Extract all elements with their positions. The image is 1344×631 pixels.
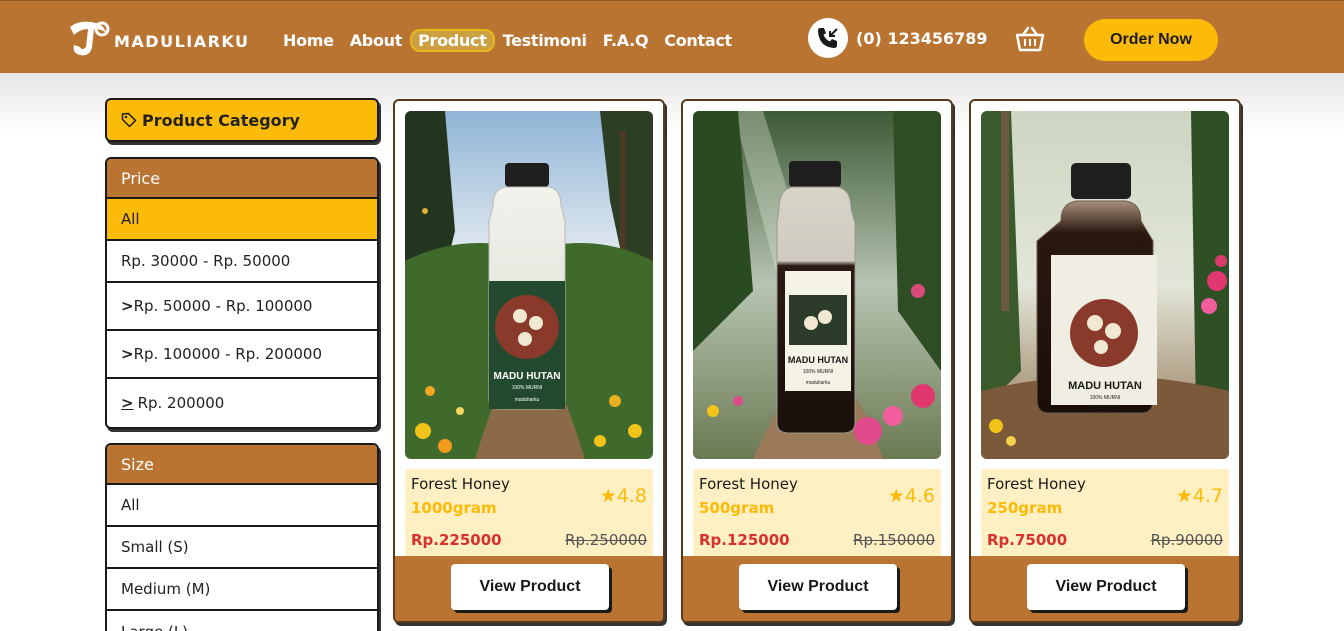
product-size: 250gram	[987, 499, 1063, 517]
price-option-label: Rp. 200000	[137, 394, 225, 412]
product-rating: ★ 4.6	[888, 485, 935, 507]
nav-faq[interactable]: F.A.Q	[603, 31, 649, 50]
product-card[interactable]: MADU HUTAN 100% MURNI maduliarku Forest …	[681, 99, 953, 623]
nav-contact[interactable]: Contact	[664, 31, 732, 50]
product-card[interactable]: MADU HUTAN 100% MURNI maduliarku Forest …	[393, 99, 665, 623]
card-footer: View Product	[971, 556, 1239, 621]
bottle-label-text: MADU HUTAN	[788, 355, 848, 365]
rating-value: 4.7	[1192, 485, 1223, 507]
nav-testimoni[interactable]: Testimoni	[503, 31, 587, 50]
product-old-price: Rp.250000	[565, 531, 647, 549]
price-filter: Price All Rp. 30000 - Rp. 50000 > Rp. 500…	[105, 157, 379, 429]
size-filter: Size All Small (S) Medium (M) Large (L)	[105, 443, 379, 631]
size-option-all[interactable]: All	[107, 485, 377, 527]
bottle-label-text: MADU HUTAN	[1068, 380, 1142, 392]
product-name: Forest Honey	[987, 475, 1086, 493]
product-old-price: Rp.150000	[853, 531, 935, 549]
card-footer: View Product	[395, 556, 663, 621]
star-icon: ★	[1175, 485, 1193, 507]
order-now-button[interactable]: Order Now	[1084, 19, 1218, 61]
product-rating: ★ 4.7	[1176, 485, 1223, 507]
view-product-button[interactable]: View Product	[1027, 564, 1185, 610]
greater-than-icon: >	[121, 345, 134, 363]
product-image[interactable]: MADU HUTAN 100% MURNI maduliarku	[405, 111, 653, 459]
product-name: Forest Honey	[699, 475, 798, 493]
bottle-label-subtext: 100% MURNI	[1090, 395, 1121, 401]
price-option-all[interactable]: All	[107, 199, 377, 241]
price-option-label: All	[121, 210, 140, 228]
greater-equal-icon: >	[121, 394, 134, 412]
nav-about[interactable]: About	[350, 31, 403, 50]
size-option-large[interactable]: Large (L)	[107, 611, 377, 631]
product-old-price: Rp.90000	[1150, 531, 1223, 549]
product-price: Rp.75000	[987, 531, 1068, 549]
bottle-label-text: MADU HUTAN	[493, 371, 560, 382]
product-size: 1000gram	[411, 499, 497, 517]
price-option-100-200[interactable]: > Rp. 100000 - Rp. 200000	[107, 331, 377, 379]
product-rating: ★ 4.8	[600, 485, 647, 507]
product-category-label: Product Category	[142, 110, 300, 130]
bottle-label-brand: maduliarku	[1093, 405, 1118, 411]
price-option-200-plus[interactable]: > Rp. 200000	[107, 379, 377, 427]
site-header: MADULIARKU Home About Product Testimoni …	[0, 0, 1344, 73]
rating-value: 4.8	[616, 485, 647, 507]
price-option-50-100[interactable]: > Rp. 50000 - Rp. 100000	[107, 283, 377, 331]
main-nav: Home About Product Testimoni F.A.Q Conta…	[283, 29, 748, 52]
card-footer: View Product	[683, 556, 951, 621]
product-price: Rp.125000	[699, 531, 790, 549]
product-size: 500gram	[699, 499, 775, 517]
size-option-medium[interactable]: Medium (M)	[107, 569, 377, 611]
bottle-label-subtext: 100% MURNI	[512, 385, 543, 391]
phone-number[interactable]: (0) 123456789	[856, 29, 988, 48]
product-name: Forest Honey	[411, 475, 510, 493]
star-icon: ★	[887, 485, 905, 507]
bottle-label-brand: maduliarku	[806, 380, 831, 386]
product-info: Forest Honey 500gram ★ 4.6 Rp.125000 Rp.1…	[693, 469, 941, 556]
bottle-label-subtext: 100% MURNI	[803, 369, 834, 375]
logo-text: MADULIARKU	[114, 31, 250, 51]
product-card[interactable]: MADU HUTAN 100% MURNI maduliarku Forest …	[969, 99, 1241, 623]
cart-icon[interactable]	[1014, 25, 1046, 53]
product-image[interactable]: MADU HUTAN 100% MURNI maduliarku	[693, 111, 941, 459]
bottle-label-brand: maduliarku	[515, 397, 540, 403]
view-product-button[interactable]: View Product	[451, 564, 609, 610]
price-filter-title: Price	[107, 159, 377, 199]
rating-value: 4.6	[904, 485, 935, 507]
phone-icon[interactable]	[808, 18, 848, 58]
size-filter-title: Size	[107, 445, 377, 485]
price-option-label: Rp. 100000 - Rp. 200000	[133, 345, 323, 363]
greater-than-icon: >	[121, 297, 134, 315]
product-category-button[interactable]: Product Category	[105, 98, 379, 142]
price-option-label: Rp. 50000 - Rp. 100000	[133, 297, 313, 315]
star-icon: ★	[599, 485, 617, 507]
nav-product[interactable]: Product	[410, 29, 495, 52]
product-info: Forest Honey 250gram ★ 4.7 Rp.75000 Rp.90…	[981, 469, 1229, 556]
size-option-small[interactable]: Small (S)	[107, 527, 377, 569]
product-image[interactable]: MADU HUTAN 100% MURNI maduliarku	[981, 111, 1229, 459]
bee-logo-icon	[70, 21, 110, 56]
product-info: Forest Honey 1000gram ★ 4.8 Rp.225000 Rp.…	[405, 469, 653, 556]
price-option-30-50[interactable]: Rp. 30000 - Rp. 50000	[107, 241, 377, 283]
product-price: Rp.225000	[411, 531, 502, 549]
view-product-button[interactable]: View Product	[739, 564, 897, 610]
price-option-label: Rp. 30000 - Rp. 50000	[121, 252, 291, 270]
site-logo[interactable]: MADULIARKU	[66, 17, 250, 59]
nav-home[interactable]: Home	[283, 31, 334, 50]
tag-icon	[121, 112, 137, 128]
